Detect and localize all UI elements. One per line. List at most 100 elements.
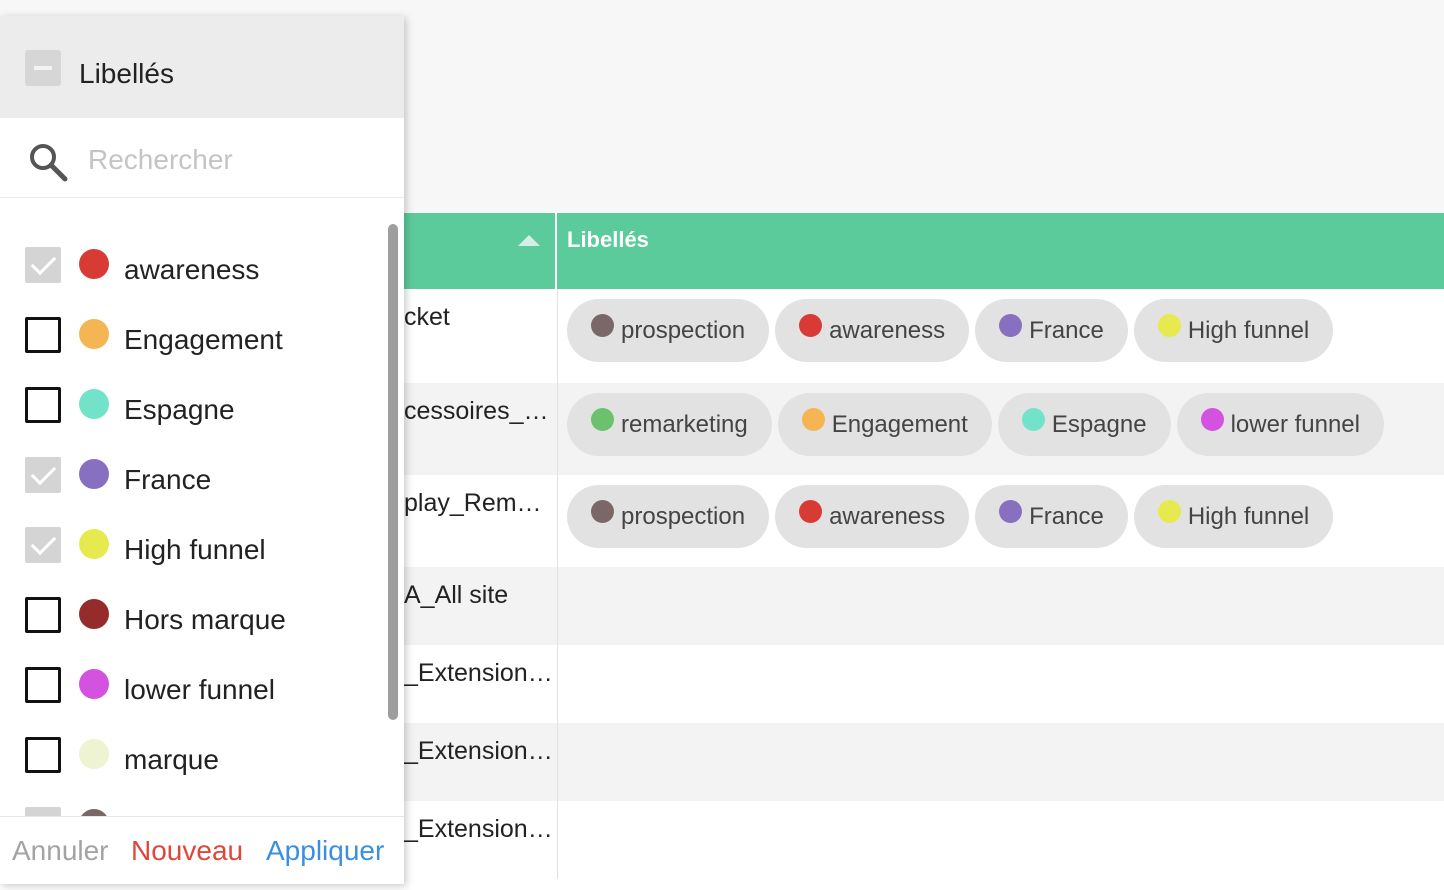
label-option[interactable]: Hors marque [0, 578, 390, 648]
label-color-dot [79, 459, 109, 489]
label-color-dot [999, 314, 1023, 337]
label-color-dot [1157, 500, 1181, 523]
column-divider [557, 475, 558, 567]
checked-checkbox[interactable] [25, 807, 61, 816]
label-color-dot [999, 500, 1023, 523]
label-chip[interactable]: Espagne [997, 393, 1171, 456]
dropdown-footer: Annuler Nouveau Appliquer [0, 816, 404, 884]
row-labels-cell: remarketing Engagement Espagne lower funnel [567, 393, 1384, 456]
row-name-cell: play_Rem… [404, 489, 542, 517]
dropdown-title: Libellés [79, 58, 174, 89]
label-color-dot [591, 314, 614, 337]
label-color-dot [79, 319, 109, 349]
label-chip-text: prospection [621, 316, 746, 344]
checked-checkbox[interactable] [25, 457, 61, 493]
label-color-dot [591, 408, 614, 431]
column-divider [557, 567, 558, 645]
label-chip-text: France [1029, 316, 1104, 344]
label-option-text: awareness [124, 254, 260, 285]
column-divider [557, 289, 558, 383]
row-name-cell: cket [404, 303, 450, 331]
checked-checkbox[interactable] [25, 527, 61, 563]
cancel-button[interactable]: Annuler [12, 835, 109, 867]
row-name-cell: _Extension… [404, 815, 553, 843]
checked-checkbox[interactable] [25, 247, 61, 283]
label-chip-text: prospection [621, 502, 746, 530]
search-bar [0, 118, 404, 198]
label-option-text: lower funnel [124, 674, 275, 705]
label-option-text: Engagement [124, 324, 283, 355]
label-chip-text: France [1029, 502, 1104, 530]
label-color-dot [79, 599, 109, 629]
label-chip[interactable]: lower funnel [1176, 393, 1384, 456]
label-option[interactable]: Espagne [0, 368, 390, 438]
apply-button[interactable]: Appliquer [266, 835, 384, 867]
label-option[interactable]: High funnel [0, 508, 390, 578]
label-color-dot [1157, 314, 1181, 337]
column-divider [557, 801, 558, 879]
search-input[interactable] [88, 140, 388, 180]
label-chip-text: Engagement [831, 410, 968, 438]
dropdown-header: Libellés [0, 16, 404, 118]
label-chip-text: lower funnel [1230, 410, 1360, 438]
label-color-dot [591, 500, 614, 523]
list-scrollbar[interactable] [388, 224, 398, 720]
label-option-text: Espagne [124, 394, 235, 425]
label-chip[interactable]: remarketing [567, 393, 772, 456]
label-chip-text: High funnel [1187, 316, 1310, 344]
label-chip-text: High funnel [1187, 502, 1310, 530]
label-options-list[interactable]: awareness Engagement Espagne France High fun… [0, 212, 404, 816]
column-divider [557, 723, 558, 801]
label-chip-text: Espagne [1051, 410, 1147, 438]
label-color-dot [1021, 408, 1045, 431]
label-color-dot [1200, 408, 1224, 431]
label-option[interactable]: marque [0, 718, 390, 788]
label-chip[interactable]: awareness [775, 299, 970, 362]
unchecked-checkbox[interactable] [25, 387, 61, 423]
label-chip[interactable]: France [975, 485, 1128, 548]
row-labels-cell: prospection awareness France High funnel [567, 299, 1334, 362]
unchecked-checkbox[interactable] [25, 317, 61, 353]
sort-ascending-icon[interactable] [518, 235, 540, 246]
label-option[interactable]: lower funnel [0, 648, 390, 718]
label-chip[interactable]: prospection [567, 299, 770, 362]
label-option[interactable]: prospection [0, 788, 390, 816]
column-divider [557, 645, 558, 723]
label-color-dot [79, 739, 109, 769]
label-color-dot [79, 249, 109, 279]
label-color-dot [79, 389, 109, 419]
row-name-cell: A_All site [404, 581, 509, 609]
label-chip[interactable]: prospection [567, 485, 770, 548]
new-label-button[interactable]: Nouveau [131, 835, 243, 867]
row-name-cell: _Extension… [404, 659, 553, 687]
label-chip-text: remarketing [621, 410, 748, 438]
label-color-dot [79, 809, 109, 816]
unchecked-checkbox[interactable] [25, 667, 61, 703]
label-chip[interactable]: awareness [775, 485, 970, 548]
label-chip[interactable]: France [975, 299, 1128, 362]
label-color-dot [799, 314, 823, 337]
label-option[interactable]: France [0, 438, 390, 508]
label-color-dot [79, 529, 109, 559]
label-option[interactable]: awareness [0, 228, 390, 298]
label-option-text: High funnel [124, 534, 266, 565]
row-labels-cell: prospection awareness France High funnel [567, 485, 1334, 548]
label-color-dot [79, 669, 109, 699]
label-chip-text: awareness [829, 502, 946, 530]
column-divider [557, 383, 558, 475]
row-name-cell: cessoires_… [404, 397, 549, 425]
search-icon [30, 144, 68, 182]
label-chip-text: awareness [829, 316, 946, 344]
label-option-text: marque [124, 744, 219, 775]
label-chip[interactable]: Engagement [777, 393, 992, 456]
label-color-dot [799, 500, 823, 523]
column-header-labels[interactable]: Libellés [567, 227, 649, 253]
label-option[interactable]: Engagement [0, 298, 390, 368]
unchecked-checkbox[interactable] [25, 597, 61, 633]
label-chip[interactable]: High funnel [1133, 485, 1334, 548]
select-all-checkbox[interactable] [25, 50, 61, 86]
labels-filter-dropdown: Libellés awareness Engagement Espagne Franc… [0, 16, 404, 884]
row-name-cell: _Extension… [404, 737, 553, 765]
label-chip[interactable]: High funnel [1133, 299, 1334, 362]
unchecked-checkbox[interactable] [25, 737, 61, 773]
